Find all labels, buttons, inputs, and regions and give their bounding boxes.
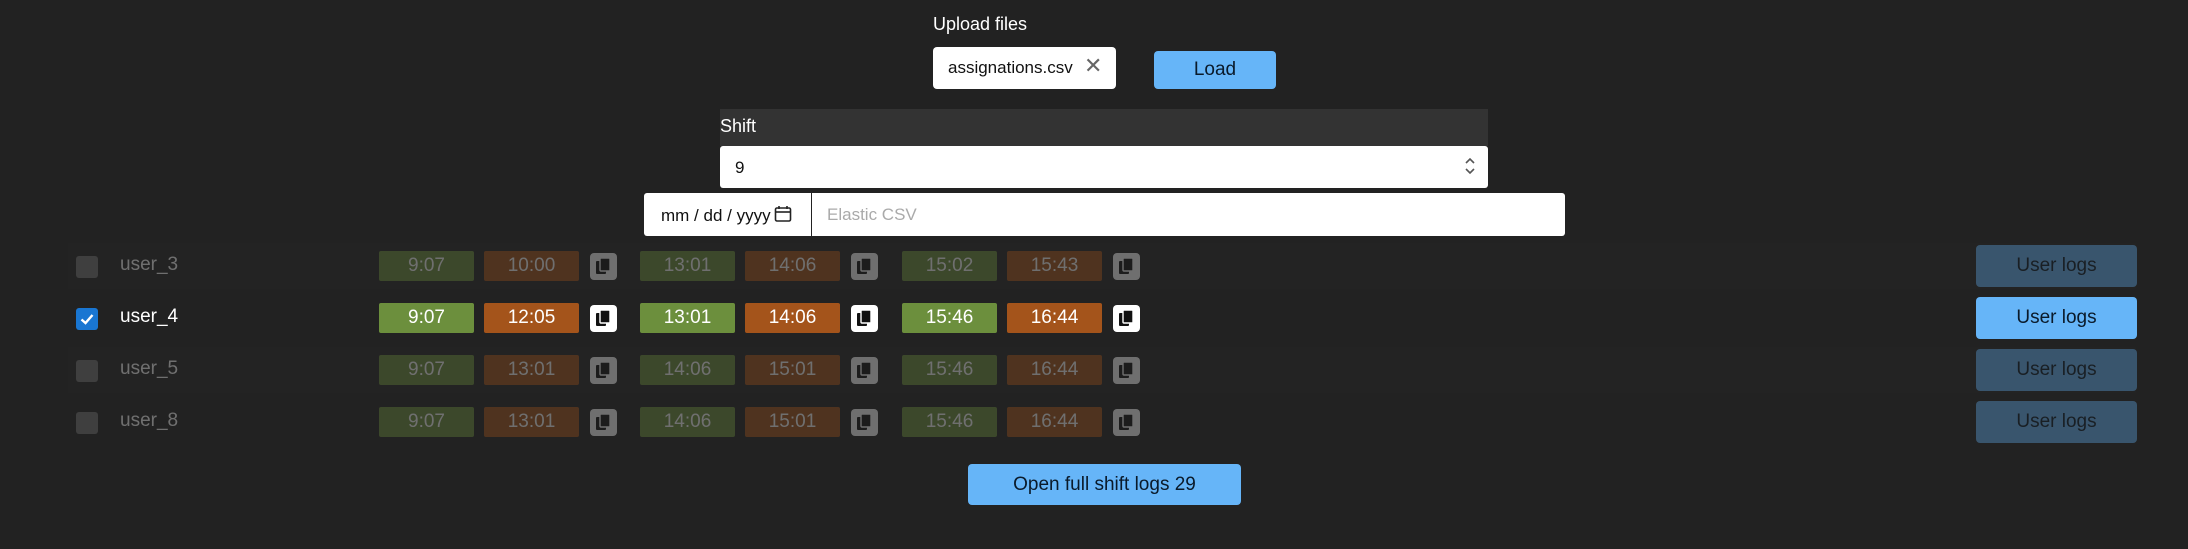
row-checkbox[interactable]: [76, 412, 98, 434]
end-time: 14:06: [745, 303, 840, 333]
end-time: 16:44: [1007, 407, 1102, 437]
copy-icon[interactable]: [590, 305, 617, 332]
end-time: 16:44: [1007, 303, 1102, 333]
end-time: 10:00: [484, 251, 579, 281]
start-time: 13:01: [640, 303, 735, 333]
user-logs-button[interactable]: User logs: [1976, 349, 2137, 391]
close-icon[interactable]: ✕: [1084, 55, 1102, 77]
start-time: 9:07: [379, 251, 474, 281]
shift-header: Shift: [720, 109, 1488, 146]
shift-select[interactable]: 9: [720, 146, 1488, 188]
copy-icon[interactable]: [1113, 305, 1140, 332]
end-time: 15:43: [1007, 251, 1102, 281]
elastic-csv-input[interactable]: [812, 193, 1565, 236]
copy-icon[interactable]: [1113, 357, 1140, 384]
copy-icon[interactable]: [1113, 253, 1140, 280]
user-logs-button[interactable]: User logs: [1976, 297, 2137, 339]
end-time: 13:01: [484, 407, 579, 437]
start-time: 9:07: [379, 407, 474, 437]
end-time: 13:01: [484, 355, 579, 385]
end-time: 14:06: [745, 251, 840, 281]
row-checkbox[interactable]: [76, 360, 98, 382]
date-value: mm / dd / yyyy: [661, 206, 771, 225]
copy-icon[interactable]: [590, 253, 617, 280]
start-time: 15:46: [902, 355, 997, 385]
shift-label: Shift: [720, 116, 757, 136]
start-time: 9:07: [379, 303, 474, 333]
start-time: 13:01: [640, 251, 735, 281]
user-name: user_4: [120, 306, 179, 327]
start-time: 15:02: [902, 251, 997, 281]
copy-icon[interactable]: [851, 409, 878, 436]
check-icon: [80, 314, 94, 325]
user-name: user_5: [120, 358, 179, 379]
start-time: 14:06: [640, 355, 735, 385]
select-arrows-icon: [1465, 157, 1475, 175]
start-time: 15:46: [902, 407, 997, 437]
copy-icon[interactable]: [1113, 409, 1140, 436]
user-row: user_5 9:07 13:01 14:06 15:01 15:46 16:44 User …: [68, 347, 2137, 393]
file-name: assignations.csv: [948, 58, 1073, 77]
user-logs-button[interactable]: User logs: [1976, 401, 2137, 443]
user-row: user_8 9:07 13:01 14:06 15:01 15:46 16:44 User …: [68, 399, 2137, 445]
date-input[interactable]: mm / dd / yyyy: [644, 193, 811, 236]
start-time: 15:46: [902, 303, 997, 333]
end-time: 15:01: [745, 355, 840, 385]
copy-icon[interactable]: [590, 409, 617, 436]
shift-value: 9: [735, 158, 745, 177]
upload-files-label: Upload files: [933, 14, 1028, 34]
user-logs-button[interactable]: User logs: [1976, 245, 2137, 287]
copy-icon[interactable]: [590, 357, 617, 384]
start-time: 9:07: [379, 355, 474, 385]
copy-icon[interactable]: [851, 305, 878, 332]
end-time: 16:44: [1007, 355, 1102, 385]
calendar-icon[interactable]: [774, 205, 792, 223]
user-row: user_4 9:07 12:05 13:01 14:06 15:46 16:44 User …: [68, 295, 2137, 341]
end-time: 12:05: [484, 303, 579, 333]
load-button[interactable]: Load: [1154, 51, 1276, 89]
user-name: user_3: [120, 254, 179, 275]
start-time: 14:06: [640, 407, 735, 437]
end-time: 15:01: [745, 407, 840, 437]
copy-icon[interactable]: [851, 253, 878, 280]
user-name: user_8: [120, 410, 179, 431]
row-checkbox[interactable]: [76, 256, 98, 278]
user-row: user_3 9:07 10:00 13:01 14:06 15:02 15:43 User …: [68, 243, 2137, 289]
open-full-shift-logs-button[interactable]: Open full shift logs 29: [968, 464, 1241, 505]
file-chip: assignations.csv ✕: [933, 47, 1116, 89]
copy-icon[interactable]: [851, 357, 878, 384]
row-checkbox[interactable]: [76, 308, 98, 330]
